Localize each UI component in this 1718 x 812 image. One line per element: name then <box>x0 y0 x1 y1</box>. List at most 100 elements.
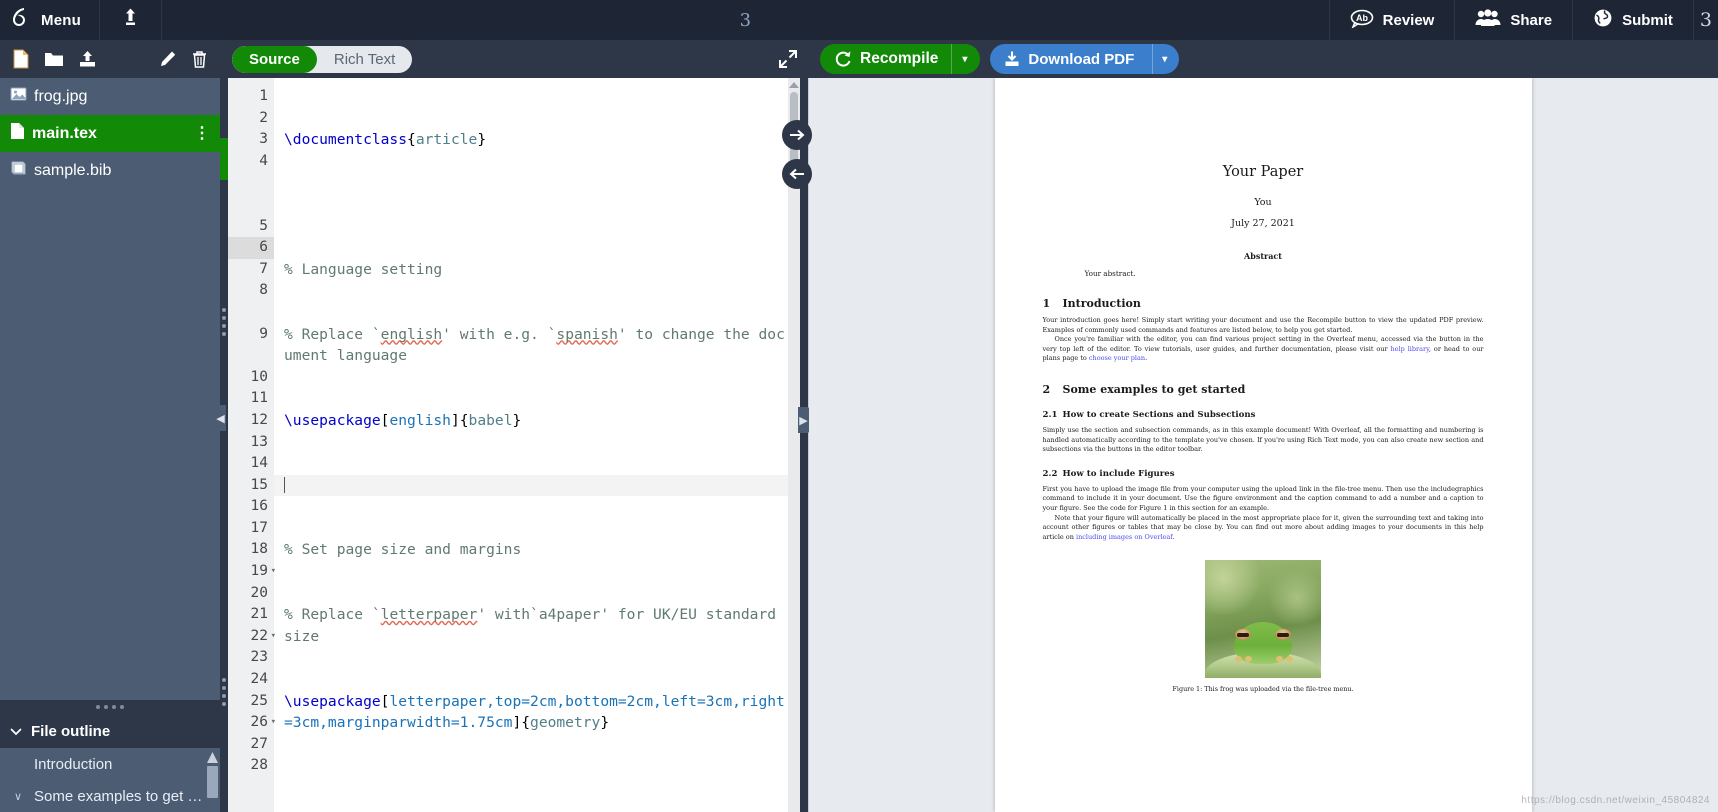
review-ab-icon: Ab <box>1350 9 1374 32</box>
line-number: 12 <box>250 411 268 428</box>
pdf-paragraph: First you have to upload the image file … <box>1042 484 1484 512</box>
share-label: Share <box>1510 11 1553 29</box>
file-name-label: main.tex <box>32 124 97 142</box>
file-item-sample-bib[interactable]: sample.bib <box>0 152 220 189</box>
subsection-number: 2.2 <box>1042 468 1058 479</box>
file-list: frog.jpg main.tex ⋮ sample.bib <box>0 78 220 700</box>
code-line-active <box>274 474 800 497</box>
chevron-down-icon <box>10 723 22 740</box>
pdf-abstract-body: Your abstract. <box>1084 269 1136 278</box>
outline-item-some-examples[interactable]: ∨ Some examples to get … <box>0 780 220 812</box>
pdf-figure-caption: Figure 1: This frog was uploaded via the… <box>1172 685 1354 694</box>
expand-editor-icon[interactable] <box>778 49 798 74</box>
line-number-spacer <box>228 302 268 324</box>
delete-trash-icon[interactable] <box>191 50 208 69</box>
grip-dot <box>222 316 226 320</box>
grip-dot <box>96 705 100 709</box>
line-number: 21 <box>250 606 268 623</box>
sync-to-pdf-button[interactable] <box>782 120 812 150</box>
pdf-paragraph-with-links: Once you're familiar with the editor, yo… <box>1042 335 1484 363</box>
line-number: 27 <box>250 735 268 752</box>
download-pdf-button[interactable]: Download PDF ▾ <box>990 44 1180 74</box>
pdf-figure <box>1043 560 1484 679</box>
resize-grip[interactable] <box>222 308 226 336</box>
file-tree-toolbar <box>0 40 220 78</box>
tex-file-icon <box>10 122 25 145</box>
sync-to-code-button[interactable] <box>782 159 812 189</box>
pdf-paragraph-with-links: Note that your figure will automatically… <box>1042 513 1484 541</box>
download-dropdown-caret-icon[interactable]: ▾ <box>1152 44 1179 74</box>
submit-button[interactable]: Submit <box>1572 0 1693 40</box>
file-tree-resize-handle[interactable] <box>0 700 220 714</box>
overleaf-logo-icon <box>10 6 32 35</box>
file-context-menu-icon[interactable]: ⋮ <box>194 125 210 141</box>
pdf-document-title: Your Paper <box>1222 164 1304 180</box>
tab-source[interactable]: Source <box>232 45 317 73</box>
code-editor[interactable]: 1 2 3 4 5 6 7 8 9 10 11 12 13 14 15 16 1… <box>228 78 800 812</box>
code-line: % Replace `english' with e.g. `spanish' … <box>284 325 785 365</box>
source-richtext-toggle[interactable]: Source Rich Text <box>232 45 413 73</box>
line-number-foldable[interactable]: 19 <box>228 561 276 583</box>
pdf-viewer[interactable]: Your Paper You July 27, 2021 Abstract Yo… <box>808 78 1718 812</box>
file-item-main-tex[interactable]: main.tex ⋮ <box>0 115 220 152</box>
recompile-button[interactable]: Recompile ▾ <box>820 44 981 74</box>
line-number: 20 <box>250 584 268 601</box>
line-number-foldable[interactable]: 22 <box>228 626 276 648</box>
outline-item-introduction[interactable]: Introduction <box>0 748 220 780</box>
tab-rich-text[interactable]: Rich Text <box>317 46 412 73</box>
line-number: 17 <box>250 519 268 536</box>
line-number: 9 <box>259 325 268 342</box>
file-outline-header[interactable]: File outline <box>0 714 220 748</box>
grip-dot <box>222 686 226 690</box>
download-label: Download PDF <box>1028 50 1135 68</box>
upload-file-icon[interactable] <box>78 49 98 69</box>
scroll-up-arrow-icon[interactable] <box>789 82 799 88</box>
choose-plan-link[interactable]: choose your plan <box>1089 354 1145 362</box>
editor-left-gutter <box>220 78 228 812</box>
review-label: Review <box>1382 11 1435 29</box>
line-number-active: 6 <box>228 237 274 259</box>
pdf-section-2-heading: 2 Some examples to get started <box>1043 383 1484 396</box>
section-number: 2 <box>1042 382 1051 396</box>
file-outline-items: Introduction ∨ Some examples to get … <box>0 748 220 812</box>
publish-upload-button[interactable] <box>100 0 162 40</box>
grip-dot <box>222 332 226 336</box>
pdf-document-date: July 27, 2021 <box>1231 218 1295 229</box>
menu-button[interactable]: Menu <box>0 0 100 40</box>
rename-pencil-icon[interactable] <box>159 50 177 68</box>
line-number: 25 <box>250 692 268 709</box>
pdf-subsection-2-2-heading: 2.2 How to include Figures <box>1043 469 1484 479</box>
line-number: 2 <box>259 109 268 126</box>
code-text-area[interactable]: \documentclass{article} % Language setti… <box>274 78 800 812</box>
pdf-sync-buttons <box>782 120 812 189</box>
scroll-up-arrow-icon[interactable] <box>207 752 218 763</box>
outline-scrollbar[interactable] <box>207 752 218 808</box>
new-folder-icon[interactable] <box>44 49 64 69</box>
recompile-label: Recompile <box>860 50 939 67</box>
share-button[interactable]: Share <box>1454 0 1572 40</box>
file-item-frog[interactable]: frog.jpg <box>0 78 220 115</box>
scrollbar-thumb[interactable] <box>207 766 218 798</box>
including-images-link[interactable]: including images on Overleaf <box>1076 533 1172 541</box>
pdf-subsection-2-1-heading: 2.1 How to create Sections and Subsection… <box>1043 410 1484 420</box>
pdf-toolbar: Recompile ▾ Download PDF ▾ <box>808 40 1718 78</box>
outline-item-label: Some examples to get … <box>34 787 203 805</box>
line-number: 7 <box>259 260 268 277</box>
review-button[interactable]: Ab Review <box>1328 0 1455 40</box>
outline-item-label: Introduction <box>34 755 113 773</box>
collapse-file-tree-handle[interactable]: ◀ <box>215 405 226 431</box>
resize-grip[interactable] <box>222 678 226 706</box>
submit-label: Submit <box>1622 11 1673 29</box>
code-line: % Language setting <box>284 260 443 278</box>
new-file-icon[interactable] <box>12 49 30 69</box>
line-number: 13 <box>250 433 268 450</box>
editor-body: frog.jpg main.tex ⋮ sample.bib File outl… <box>0 40 1718 812</box>
navbar-overflow[interactable]: 3 <box>1692 0 1718 40</box>
line-number-foldable[interactable]: 26 <box>228 712 276 734</box>
line-number: 5 <box>259 217 268 234</box>
line-number-gutter: 1 2 3 4 5 6 7 8 9 10 11 12 13 14 15 16 1… <box>228 78 276 812</box>
collapse-editor-handle[interactable]: ▶ <box>798 407 809 433</box>
help-library-link[interactable]: help library <box>1391 345 1429 353</box>
recompile-dropdown-caret-icon[interactable]: ▾ <box>951 44 980 74</box>
